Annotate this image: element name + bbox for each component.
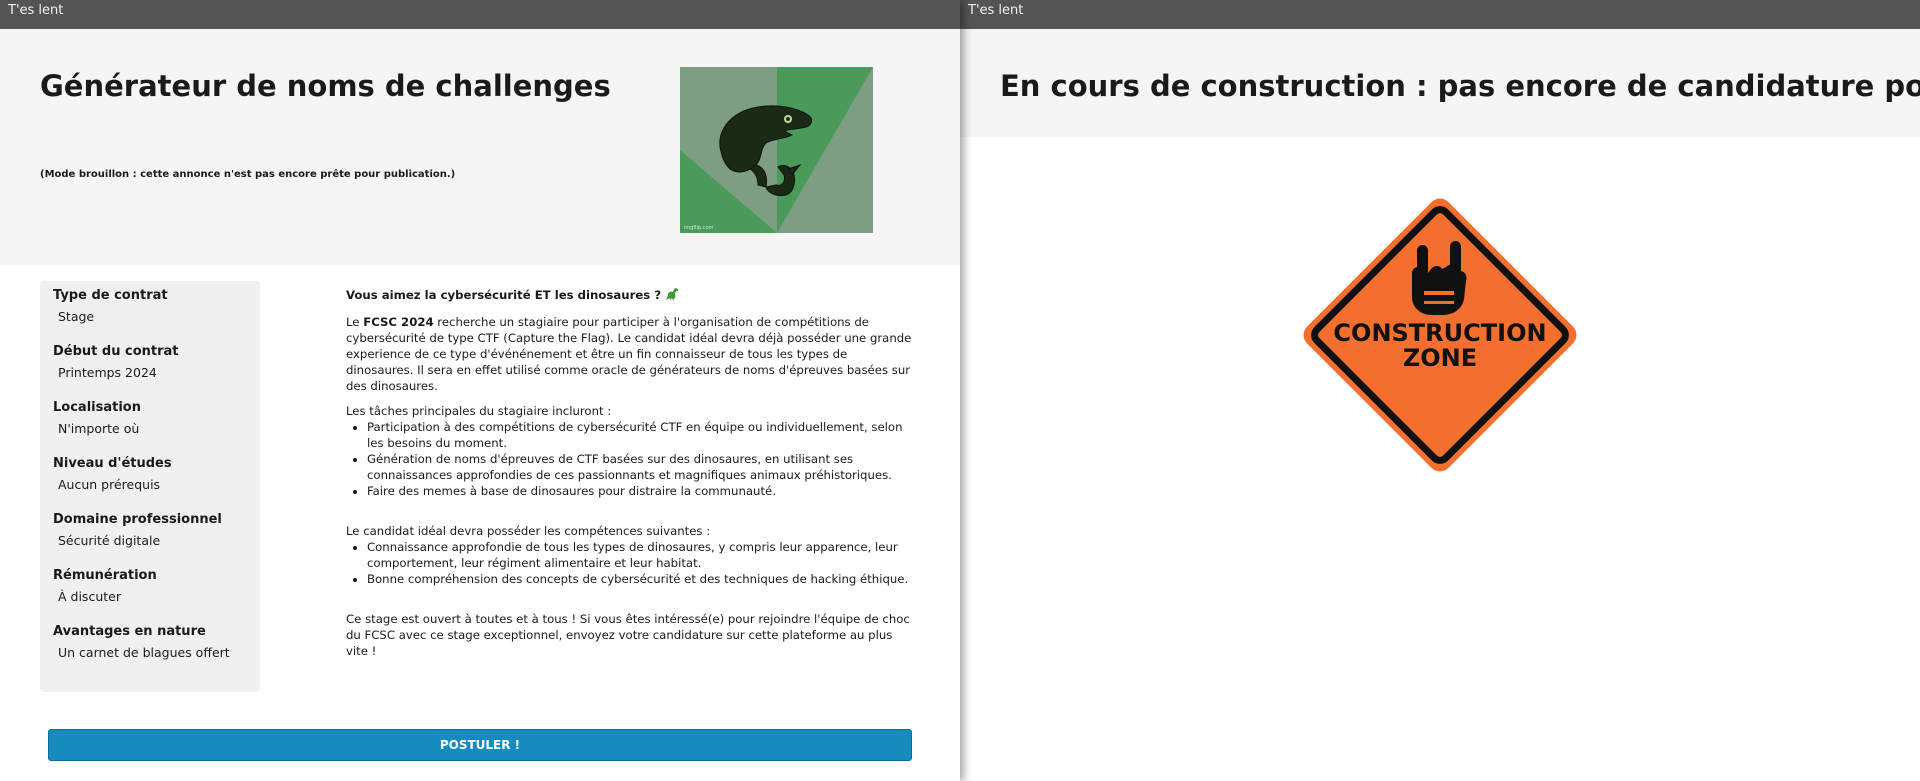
detail-label: Domaine professionnel xyxy=(53,512,222,527)
detail-value: Printemps 2024 xyxy=(58,365,157,380)
intro-prefix: Le xyxy=(346,315,364,329)
dinosaur-icon xyxy=(665,288,679,305)
description-heading: Vous aimez la cybersécurité ET les dinos… xyxy=(346,287,912,305)
list-item: Génération de noms d'épreuves de CTF bas… xyxy=(367,451,912,483)
tasks-list: Participation à des compétitions de cybe… xyxy=(367,419,912,499)
application-window: T'es lent En cours de construction : pas… xyxy=(960,0,1920,781)
description-heading-text: Vous aimez la cybersécurité ET les dinos… xyxy=(346,288,662,302)
intro-org: FCSC 2024 xyxy=(363,315,434,329)
construction-zone-sign-image: CONSTRUCTION ZONE xyxy=(1294,189,1586,481)
apply-button[interactable]: POSTULER ! xyxy=(48,729,912,761)
window-titlebar: T'es lent xyxy=(960,0,1920,29)
detail-label: Avantages en nature xyxy=(53,624,206,639)
detail-location: Localisation N'importe où xyxy=(53,399,247,438)
job-header: Générateur de noms de challenges (Mode b… xyxy=(0,29,960,265)
sign-line-2: ZONE xyxy=(1403,344,1477,372)
sign-line-1: CONSTRUCTION xyxy=(1333,319,1546,347)
detail-value: À discuter xyxy=(58,589,121,604)
page-title: En cours de construction : pas encore de… xyxy=(1000,69,1920,103)
detail-salary: Rémunération À discuter xyxy=(53,567,247,606)
detail-label: Rémunération xyxy=(53,568,157,583)
skills-list: Connaissance approfondie de tous les typ… xyxy=(367,539,912,587)
window-titlebar: T'es lent xyxy=(0,0,960,29)
detail-value: N'importe où xyxy=(58,421,140,436)
detail-label: Début du contrat xyxy=(53,344,179,359)
detail-domain: Domaine professionnel Sécurité digitale xyxy=(53,511,247,550)
philosoraptor-meme-image: imgflip.com xyxy=(680,67,873,233)
detail-contract-type: Type de contrat Stage xyxy=(53,287,247,326)
detail-value: Stage xyxy=(58,309,95,324)
job-description: Vous aimez la cybersécurité ET les dinos… xyxy=(346,287,912,668)
detail-contract-start: Début du contrat Printemps 2024 xyxy=(53,343,247,382)
detail-label: Type de contrat xyxy=(53,288,168,303)
job-details-sidebar: Type de contrat Stage Début du contrat P… xyxy=(40,281,260,692)
draft-note: (Mode brouillon : cette annonce n'est pa… xyxy=(40,169,456,180)
description-intro: Le FCSC 2024 recherche un stagiaire pour… xyxy=(346,314,912,394)
meme-watermark: imgflip.com xyxy=(684,225,714,231)
detail-value: Aucun prérequis xyxy=(58,477,161,492)
list-item: Connaissance approfondie de tous les typ… xyxy=(367,539,912,571)
list-item: Bonne compréhension des concepts de cybe… xyxy=(367,571,912,587)
job-posting-window: T'es lent Générateur de noms de challeng… xyxy=(0,0,960,781)
detail-benefits: Avantages en nature Un carnet de blagues… xyxy=(53,623,247,662)
list-item: Faire des memes à base de dinosaures pou… xyxy=(367,483,912,499)
list-item: Participation à des compétitions de cybe… xyxy=(367,419,912,451)
skills-intro: Le candidat idéal devra posséder les com… xyxy=(346,524,711,538)
construction-header: En cours de construction : pas encore de… xyxy=(960,29,1920,137)
tasks-intro: Les tâches principales du stagiaire incl… xyxy=(346,404,612,418)
detail-value: Sécurité digitale xyxy=(58,533,161,548)
page-title: Générateur de noms de challenges xyxy=(40,69,611,103)
detail-value: Un carnet de blagues offert xyxy=(58,645,230,660)
description-closing: Ce stage est ouvert à toutes et à tous !… xyxy=(346,612,910,658)
detail-label: Localisation xyxy=(53,400,141,415)
detail-label: Niveau d'études xyxy=(53,456,172,471)
detail-education-level: Niveau d'études Aucun prérequis xyxy=(53,455,247,494)
